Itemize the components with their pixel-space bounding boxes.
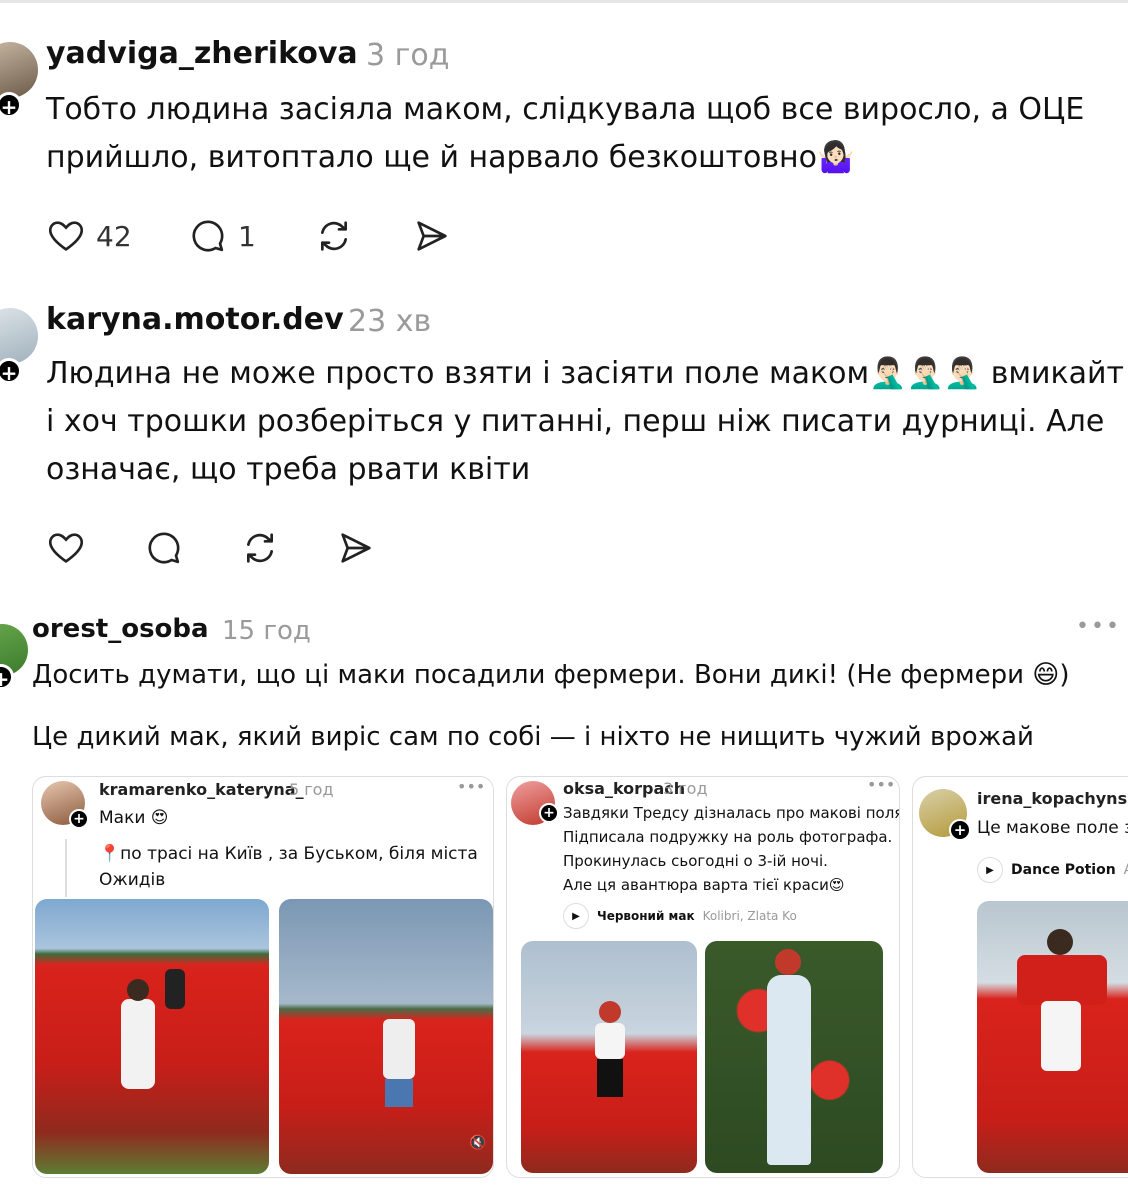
poppy-field-photo[interactable] bbox=[977, 901, 1128, 1173]
embedded-timestamp: 3 год bbox=[663, 779, 708, 798]
share-button[interactable] bbox=[412, 216, 452, 256]
username[interactable]: karyna.motor.dev bbox=[46, 302, 344, 337]
poppy-field-photo[interactable]: 🔇 bbox=[279, 899, 493, 1174]
post-text-line: означає, що треба рвати квіти bbox=[46, 452, 531, 487]
send-icon bbox=[341, 533, 371, 563]
embedded-more-icon: ••• bbox=[457, 777, 486, 796]
more-options-button[interactable]: ••• bbox=[1076, 614, 1121, 639]
post-text-line: прийшло, витоптало ще й нарвало безкошто… bbox=[46, 140, 855, 175]
poppy-field-photo[interactable] bbox=[705, 941, 883, 1173]
follow-plus-icon: + bbox=[69, 809, 89, 829]
follow-plus-icon: + bbox=[539, 803, 559, 823]
music-artist: AS bbox=[1124, 862, 1128, 878]
embedded-timestamp: 5 год bbox=[289, 780, 334, 799]
quote-bar bbox=[65, 839, 67, 897]
share-button[interactable] bbox=[336, 528, 376, 568]
avatar[interactable] bbox=[0, 308, 38, 364]
embedded-username: irena_kopachynska bbox=[977, 789, 1128, 808]
embedded-username: kramarenko_kateryna_ bbox=[99, 780, 304, 799]
follow-plus-icon[interactable]: + bbox=[0, 358, 22, 385]
embedded-text-line: Підписала подружку на роль фотографа. bbox=[563, 828, 893, 846]
play-icon[interactable]: ▶ bbox=[563, 903, 589, 929]
embedded-post-card[interactable]: + kramarenko_kateryna_ 5 год ••• Маки 😍 … bbox=[32, 776, 494, 1178]
embedded-text-line: Це макове поле з bbox=[977, 818, 1128, 838]
repost-button[interactable] bbox=[240, 528, 280, 568]
post-text-line: Це дикий мак, який виріс сам по собі — і… bbox=[32, 722, 1034, 752]
embedded-more-icon: ••• bbox=[867, 776, 896, 794]
reply-bubble-icon bbox=[192, 220, 224, 252]
send-icon bbox=[417, 221, 447, 251]
embedded-post-card[interactable]: + irena_kopachynska Це макове поле з ▶ D… bbox=[912, 776, 1128, 1178]
music-title: Червоний мак bbox=[597, 909, 695, 923]
username[interactable]: yadviga_zherikova bbox=[46, 36, 358, 71]
music-title: Dance Potion bbox=[1011, 862, 1116, 878]
play-icon[interactable]: ▶ bbox=[977, 857, 1003, 883]
poppy-field-photo[interactable] bbox=[35, 899, 269, 1174]
top-divider bbox=[0, 0, 1128, 3]
repost-icon bbox=[321, 221, 347, 251]
music-artist: Kolibri, Zlata Ko bbox=[702, 909, 797, 923]
follow-plus-icon[interactable]: + bbox=[0, 92, 22, 119]
quote-text-line: 📍по трасі на Київ , за Буськом, біля міс… bbox=[99, 844, 478, 864]
music-attachment[interactable]: ▶ Dance Potion AS bbox=[977, 857, 1128, 883]
reply-button[interactable]: 1 bbox=[188, 216, 256, 256]
embedded-post-card[interactable]: + oksa_korpach 3 год ••• Завдяки Тредсу … bbox=[506, 776, 900, 1178]
timestamp: 3 год bbox=[366, 38, 450, 73]
music-attachment[interactable]: ▶ Червоний мак Kolibri, Zlata Ko bbox=[563, 903, 797, 929]
heart-icon bbox=[48, 533, 84, 563]
like-button[interactable] bbox=[46, 528, 86, 568]
embedded-text-line: Маки 😍 bbox=[99, 808, 169, 828]
poppy-field-photo[interactable] bbox=[521, 941, 697, 1173]
reply-count: 1 bbox=[238, 219, 256, 253]
embedded-text-line: Завдяки Тредсу дізналась про макові поля… bbox=[563, 804, 900, 822]
reply-button[interactable] bbox=[144, 528, 184, 568]
follow-plus-icon: + bbox=[949, 819, 971, 841]
embedded-text-line: Але ця авантюра варта тієї краси😍 bbox=[563, 876, 845, 894]
like-count: 42 bbox=[96, 219, 132, 253]
post-text-line: Досить думати, що ці маки посадили ферме… bbox=[32, 660, 1070, 690]
timestamp: 23 хв bbox=[348, 304, 432, 339]
post-text-line: і хоч трошки розберіться у питанні, перш… bbox=[46, 404, 1105, 439]
heart-icon bbox=[48, 221, 84, 251]
avatar[interactable] bbox=[0, 42, 38, 98]
embedded-text-line: Прокинулась сьогодні о 3-ій ночі. bbox=[563, 852, 828, 870]
username[interactable]: orest_osoba bbox=[32, 614, 209, 644]
quote-text-line: Ожидів bbox=[99, 870, 166, 890]
post-text-line: Людина не може просто взяти і засіяти по… bbox=[46, 356, 1124, 391]
timestamp: 15 год bbox=[222, 616, 311, 646]
repost-button[interactable] bbox=[314, 216, 354, 256]
like-button[interactable]: 42 bbox=[46, 216, 132, 256]
mute-icon[interactable]: 🔇 bbox=[469, 1135, 486, 1151]
reply-bubble-icon bbox=[148, 532, 180, 564]
post-text-line: Тобто людина засіяла маком, слідкувала щ… bbox=[46, 92, 1085, 127]
repost-icon bbox=[247, 533, 273, 563]
